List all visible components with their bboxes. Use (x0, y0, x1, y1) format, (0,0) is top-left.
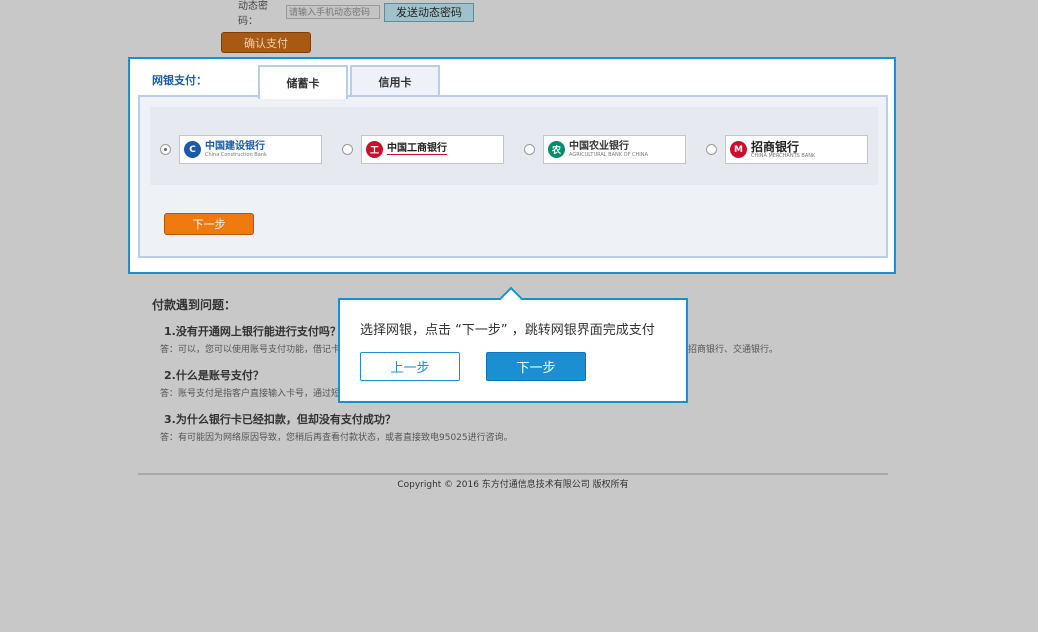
bank-option-cmb[interactable]: M 招商银行 CHINA MERCHANTS BANK (696, 135, 868, 164)
tooltip-next-button[interactable]: 下一步 (486, 352, 586, 381)
faq-answer-tail: 招商银行、交通银行。 (688, 345, 779, 355)
bank-en-cmb: CHINA MERCHANTS BANK (751, 152, 816, 159)
bank-content-box: C 中国建设银行 China Construction Bank 工 中国工商银… (138, 95, 888, 258)
footer-divider (138, 473, 888, 475)
confirm-pay-button[interactable]: 确认支付 (221, 32, 311, 53)
abc-logo-icon: 农 (548, 141, 565, 158)
radio-abc[interactable] (524, 144, 535, 155)
bank-option-ccb[interactable]: C 中国建设银行 China Construction Bank (150, 135, 322, 164)
bank-card-ccb[interactable]: C 中国建设银行 China Construction Bank (179, 135, 322, 164)
radio-ccb[interactable] (160, 144, 171, 155)
bank-name-abc: 中国农业银行 (569, 140, 629, 152)
otp-input[interactable] (286, 5, 380, 19)
bank-card-cmb[interactable]: M 招商银行 CHINA MERCHANTS BANK (725, 135, 868, 164)
cmb-logo-icon: M (730, 141, 747, 158)
faq-answer-text: 答：可以，您可以使用账号支付功能，借记卡 (160, 345, 341, 355)
bank-name-ccb: 中国建设银行 (205, 140, 265, 152)
bank-option-abc[interactable]: 农 中国农业银行 AGRICULTURAL BANK OF CHINA (514, 135, 686, 164)
bank-card-abc[interactable]: 农 中国农业银行 AGRICULTURAL BANK OF CHINA (543, 135, 686, 164)
send-otp-button[interactable]: 发送动态密码 (384, 2, 474, 22)
guide-tooltip: 选择网银，点击 “下一步” ，跳转网银界面完成支付 上一步 下一步 (338, 286, 688, 403)
bank-en-abc: AGRICULTURAL BANK OF CHINA (569, 151, 648, 158)
bank-name-cmb: 招商银行 (751, 139, 800, 154)
faq-answer: 答：有可能因为网络原因导致，您稍后再查看付款状态，或者直接致电95025进行咨询… (160, 433, 513, 443)
bank-name-icbc: 中国工商银行 (387, 143, 447, 155)
ccb-logo-icon: C (184, 141, 201, 158)
bank-option-icbc[interactable]: 工 中国工商银行 (332, 135, 504, 164)
next-step-button[interactable]: 下一步 (164, 213, 254, 235)
otp-row: 动态密码： 发送动态密码 (238, 1, 474, 27)
bank-en-ccb: China Construction Bank (205, 151, 267, 158)
tooltip-prev-button[interactable]: 上一步 (360, 352, 460, 381)
radio-icbc[interactable] (342, 144, 353, 155)
otp-label: 动态密码： (238, 1, 268, 27)
bank-card-icbc[interactable]: 工 中国工商银行 (361, 135, 504, 164)
tooltip-text: 选择网银，点击 “下一步” ，跳转网银界面完成支付 (360, 323, 655, 338)
faq-question: 3.为什么银行卡已经扣款，但却没有支付成功？ (164, 413, 396, 426)
tab-credit-card[interactable]: 信用卡 (350, 65, 440, 97)
footer-copyright: Copyright © 2016 东方付通信息技术有限公司 版权所有 (397, 480, 629, 490)
tab-debit-card[interactable]: 储蓄卡 (258, 65, 348, 99)
icbc-logo-icon: 工 (366, 141, 383, 158)
panel-title: 网银支付： (152, 74, 207, 87)
bank-payment-panel: 网银支付： 储蓄卡 信用卡 C 中国建设银行 China Constructio… (128, 57, 896, 274)
bank-list: C 中国建设银行 China Construction Bank 工 中国工商银… (150, 107, 878, 185)
radio-cmb[interactable] (706, 144, 717, 155)
